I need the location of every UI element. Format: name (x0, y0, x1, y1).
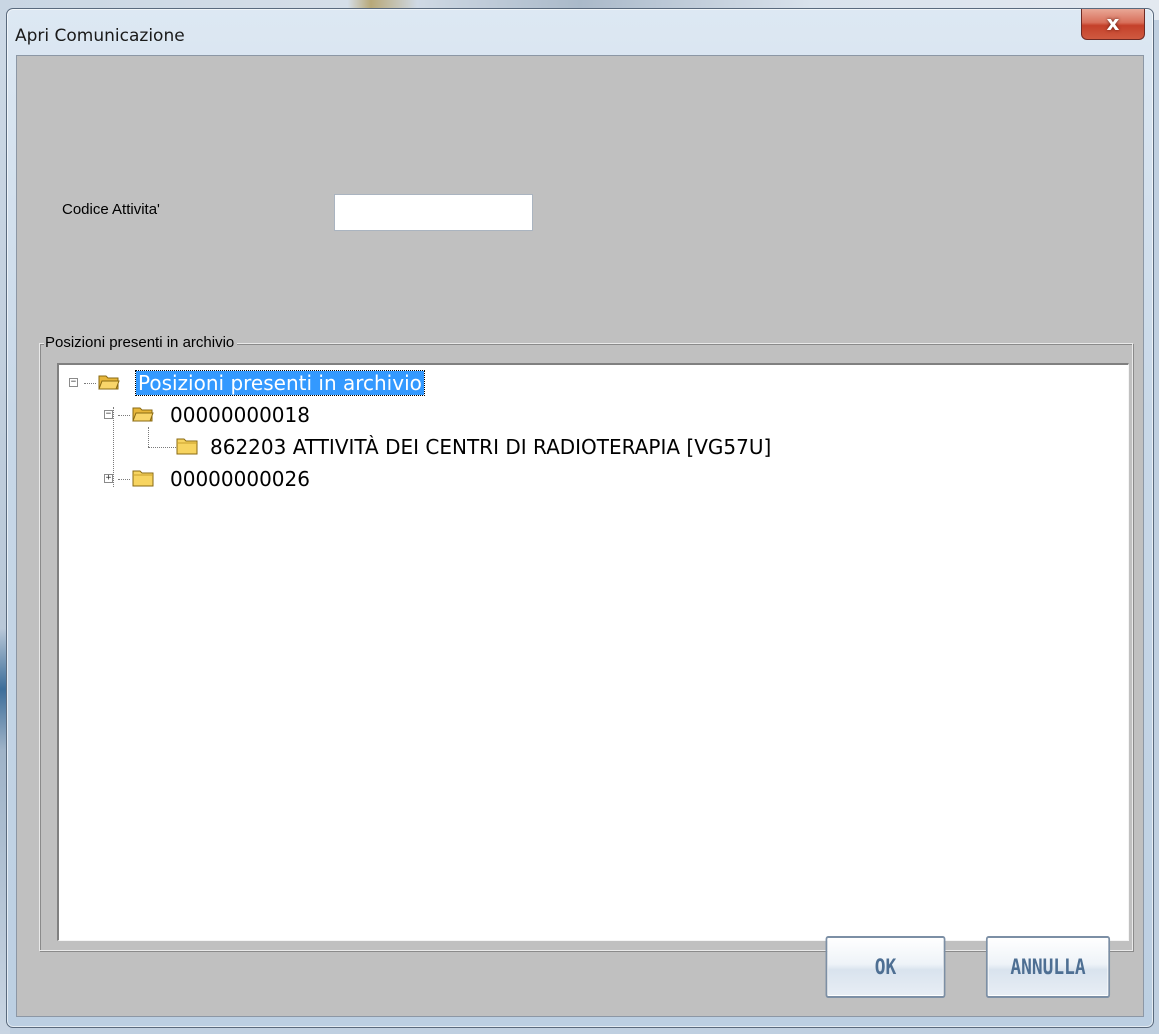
folder-closed-icon (176, 438, 198, 455)
tree-line (148, 427, 149, 447)
tree-node-00000000018[interactable]: 00000000018 (170, 402, 310, 428)
expand-node-26-toggle[interactable]: + (104, 474, 113, 483)
dialog-client-area: Codice Attivita' Posizioni presenti in a… (16, 55, 1144, 1017)
tree-line (118, 479, 130, 480)
tree-node-root-label: Posizioni presenti in archivio (135, 370, 425, 396)
codice-attivita-input[interactable] (334, 194, 533, 231)
groupbox-legend: Posizioni presenti in archivio (44, 334, 238, 352)
tree-node-root[interactable]: Posizioni presenti in archivio (135, 370, 425, 396)
collapse-node-18-toggle[interactable]: − (104, 410, 113, 419)
dialog-window: Apri Comunicazione x Codice Attivita' Po… (6, 8, 1154, 1028)
tree-line (84, 383, 96, 384)
posizioni-tree[interactable]: − Posizioni presenti in archivio − 00000… (57, 363, 1129, 941)
tree-line (113, 407, 114, 487)
tree-node-00000000026[interactable]: 00000000026 (170, 466, 310, 492)
folder-closed-icon (132, 470, 154, 487)
tree-line (148, 447, 176, 448)
window-title: Apri Comunicazione (15, 26, 185, 46)
posizioni-groupbox: Posizioni presenti in archivio − Posizio… (39, 334, 1133, 951)
collapse-root-toggle[interactable]: − (69, 378, 78, 387)
folder-open-icon (132, 407, 154, 422)
annulla-button[interactable]: ANNULLA (985, 936, 1111, 998)
codice-attivita-label: Codice Attivita' (62, 201, 160, 218)
close-icon: x (1106, 11, 1120, 35)
ok-button[interactable]: OK (825, 936, 946, 998)
tree-line (118, 415, 130, 416)
close-button[interactable]: x (1081, 9, 1145, 40)
tree-leaf-862203[interactable]: 862203 ATTIVITÀ DEI CENTRI DI RADIOTERAP… (210, 434, 771, 460)
folder-open-icon (98, 375, 120, 390)
